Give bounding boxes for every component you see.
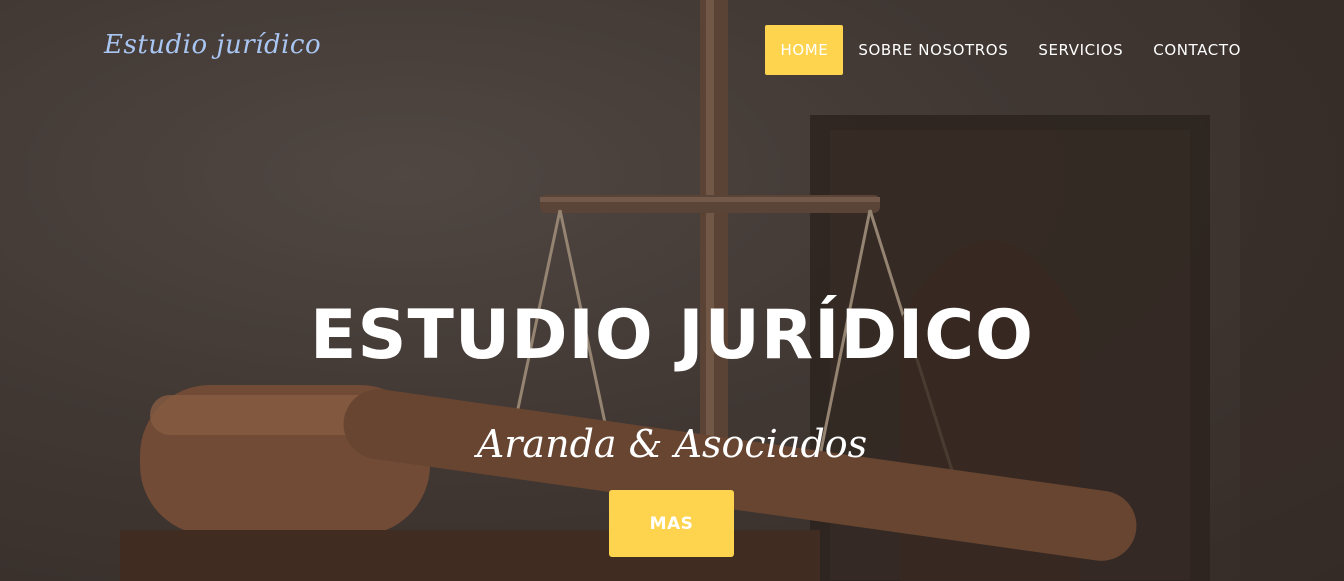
nav-item-servicios[interactable]: SERVICIOS	[1023, 25, 1138, 75]
nav-item-sobre-nosotros[interactable]: SOBRE NOSOTROS	[843, 25, 1023, 75]
nav-item-contacto[interactable]: CONTACTO	[1138, 25, 1256, 75]
mas-button[interactable]: MAS	[609, 490, 734, 557]
main-nav: HOME SOBRE NOSOTROS SERVICIOS CONTACTO	[765, 25, 1256, 75]
site-logo[interactable]: Estudio jurídico	[104, 30, 321, 60]
hero-title: ESTUDIO JURÍDICO	[310, 296, 1034, 375]
nav-item-home[interactable]: HOME	[765, 25, 844, 75]
hero-section: Estudio jurídico HOME SOBRE NOSOTROS SER…	[0, 0, 1344, 581]
hero-subtitle: Aranda & Asociados	[476, 422, 868, 466]
